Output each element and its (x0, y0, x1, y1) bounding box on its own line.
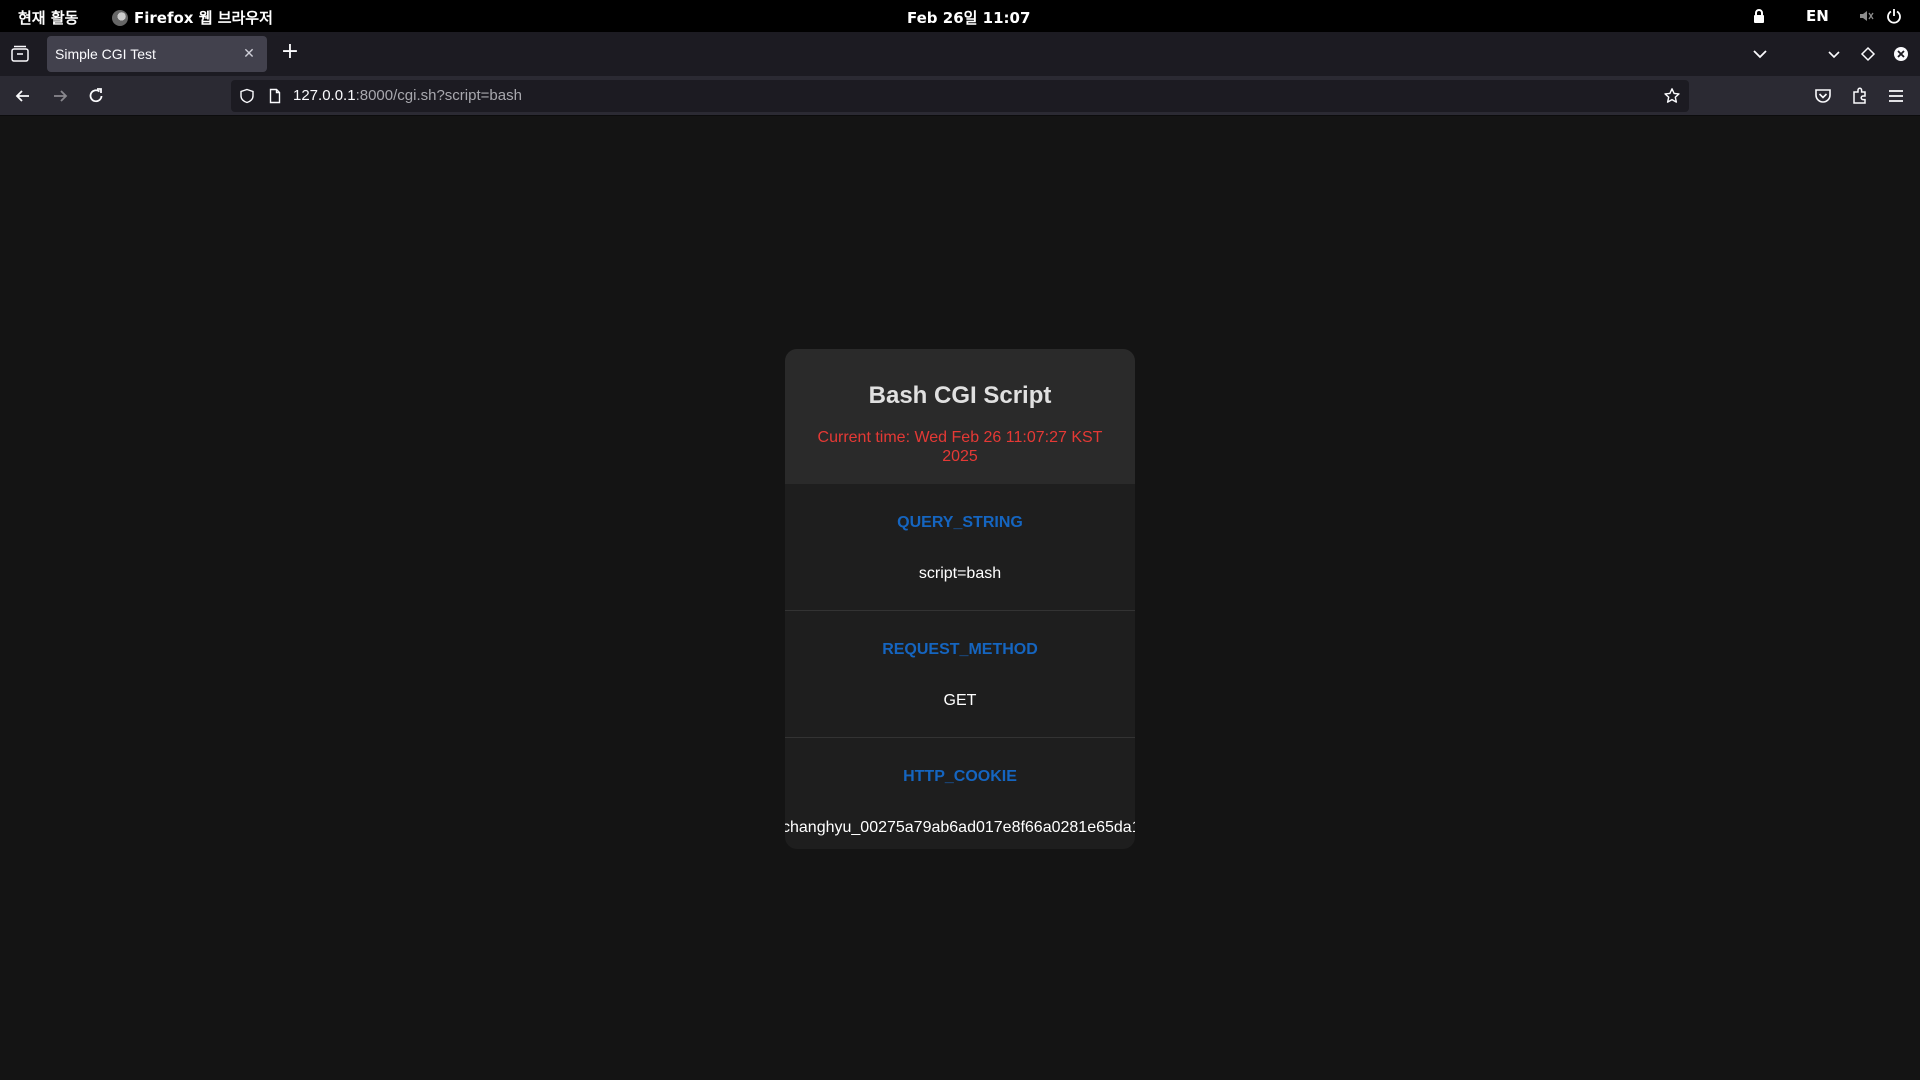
volume-muted-icon[interactable] (1858, 8, 1874, 24)
pocket-icon[interactable] (1813, 86, 1833, 106)
page-title: Bash CGI Script (868, 382, 1052, 409)
tab-title: Simple CGI Test (55, 46, 156, 62)
window-minimize-icon[interactable] (1825, 45, 1843, 63)
url-host: 127.0.0.1 (293, 87, 356, 104)
env-section-http-cookie: HTTP_COOKIE changhyu_00275a79ab6ad017e8f… (785, 738, 1135, 849)
env-value: changhyu_00275a79ab6ad017e8f66a0281e65da… (785, 819, 1135, 836)
url-text[interactable]: 127.0.0.1:8000/cgi.sh?script=bash (293, 87, 522, 104)
url-bar[interactable]: 127.0.0.1:8000/cgi.sh?script=bash (231, 80, 1689, 112)
tracking-shield-icon[interactable] (239, 88, 255, 104)
url-path: :8000/cgi.sh?script=bash (355, 87, 522, 104)
env-section-request-method: REQUEST_METHOD GET (785, 611, 1135, 738)
page-viewport: Bash CGI Script Current time: Wed Feb 26… (0, 117, 1920, 1080)
app-menu[interactable]: Firefox 웹 브라우저 (112, 7, 273, 28)
bookmark-star-icon[interactable] (1663, 87, 1681, 105)
env-section-query-string: QUERY_STRING script=bash (785, 484, 1135, 611)
activities-button[interactable]: 현재 활동 (18, 7, 78, 28)
env-value: script=bash (918, 565, 1002, 582)
firefox-view-icon[interactable] (10, 45, 30, 63)
back-arrow-icon[interactable] (13, 86, 33, 106)
env-value: GET (943, 692, 977, 709)
navigation-toolbar: 127.0.0.1:8000/cgi.sh?script=bash (0, 76, 1920, 116)
env-label: HTTP_COOKIE (903, 768, 1017, 785)
window-close-icon[interactable] (1892, 45, 1910, 63)
new-tab-button[interactable]: + (280, 41, 300, 63)
hamburger-menu-icon[interactable] (1886, 86, 1906, 106)
lock-icon (1754, 9, 1764, 23)
firefox-icon (112, 9, 128, 26)
power-icon[interactable] (1886, 8, 1902, 24)
tab-strip: Simple CGI Test ✕ + (0, 32, 1920, 76)
system-top-bar: 현재 활동 Firefox 웹 브라우저 Feb 26일 11:07 EN (0, 0, 1920, 32)
tab-simple-cgi-test[interactable]: Simple CGI Test ✕ (47, 36, 267, 72)
input-language[interactable]: EN (1806, 7, 1829, 25)
clock[interactable]: Feb 26일 11:07 (907, 7, 1030, 28)
tab-close-icon[interactable]: ✕ (241, 46, 257, 62)
list-all-tabs-icon[interactable] (1750, 44, 1770, 64)
env-label: QUERY_STRING (897, 514, 1023, 531)
forward-arrow-icon[interactable] (50, 86, 70, 106)
env-label: REQUEST_METHOD (882, 641, 1038, 658)
window-maximize-icon[interactable] (1859, 45, 1877, 63)
current-time: Current time: Wed Feb 26 11:07:27 KST 20… (817, 429, 1103, 465)
app-name: Firefox 웹 브라우저 (134, 9, 273, 27)
card-header: Bash CGI Script Current time: Wed Feb 26… (785, 349, 1135, 484)
page-info-icon[interactable] (267, 88, 283, 104)
reload-icon[interactable] (86, 86, 106, 106)
extensions-puzzle-icon[interactable] (1850, 86, 1870, 106)
cgi-info-card: Bash CGI Script Current time: Wed Feb 26… (785, 349, 1135, 849)
